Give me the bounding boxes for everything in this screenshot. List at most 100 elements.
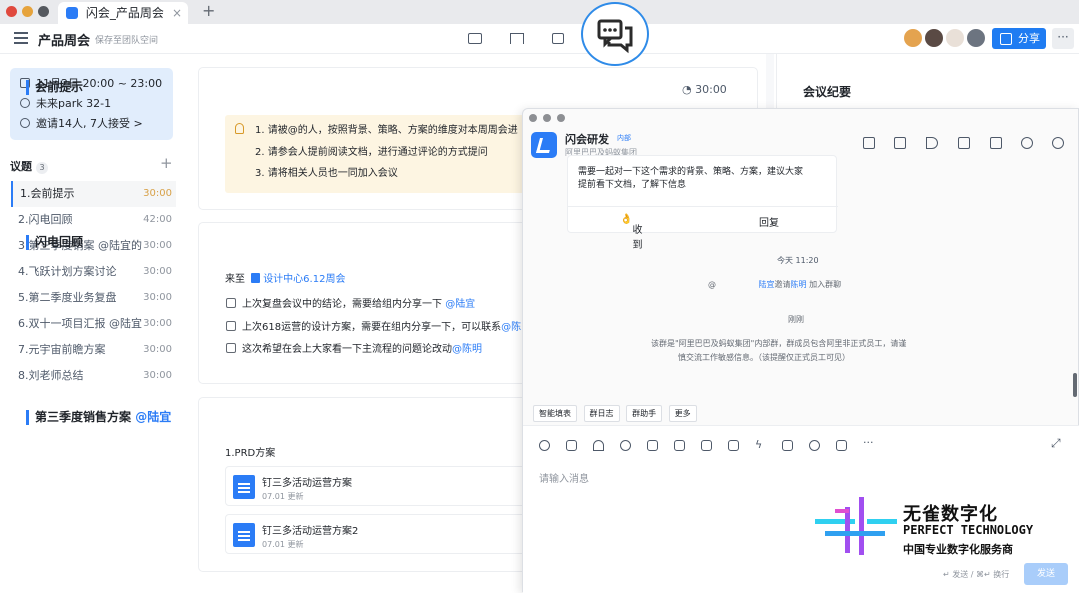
invites-text: 邀请14人, 7人接受 > xyxy=(36,117,143,130)
section-timer[interactable]: ◔ 30:00 xyxy=(682,83,727,96)
topic-item[interactable]: 8.刘老师总结 30:00 xyxy=(11,363,176,389)
just-now-label: 刚刚 xyxy=(788,315,804,324)
more-button[interactable]: ··· xyxy=(1052,28,1074,49)
folder-icon[interactable] xyxy=(958,137,970,149)
brand-slogan: 中国专业数字化服务商 xyxy=(903,543,1013,556)
topic-item[interactable]: 7.元宇宙前瞻方案 30:00 xyxy=(11,337,176,363)
todo-checkbox[interactable] xyxy=(226,321,236,331)
chip-group-log[interactable]: 群日志 xyxy=(583,405,620,422)
send-button[interactable]: 发送 xyxy=(1024,563,1068,585)
doc-add-icon[interactable] xyxy=(647,440,658,451)
search-history-icon[interactable] xyxy=(990,137,1002,149)
like-icon[interactable] xyxy=(566,440,577,451)
section-title-text: 第三季度销售方案 xyxy=(35,410,132,424)
mention-icon[interactable] xyxy=(620,440,631,451)
file-card[interactable]: 钉三多活动运营方案 07.01 更新 xyxy=(225,466,535,506)
time-divider: 今天 11:20 xyxy=(777,256,819,265)
settings-icon[interactable] xyxy=(1052,137,1064,149)
todo-icon[interactable] xyxy=(863,137,875,149)
file-card[interactable]: 钉三多活动运营方案2 07.01 更新 xyxy=(225,514,535,554)
todo-checkbox[interactable] xyxy=(226,343,236,353)
speaker-icon[interactable] xyxy=(926,137,938,149)
topic-item[interactable]: 5.第二季度业务复盘 30:00 xyxy=(11,285,176,311)
live-icon[interactable] xyxy=(782,440,793,451)
file-name: 钉三多活动运营方案 xyxy=(262,478,352,489)
video-icon[interactable] xyxy=(552,33,564,44)
join-prefix: @ xyxy=(708,280,716,289)
avatar[interactable] xyxy=(925,29,943,47)
phone-icon[interactable] xyxy=(809,440,820,451)
present-icon[interactable] xyxy=(510,33,524,44)
file-name: 钉三多活动运营方案2 xyxy=(262,526,359,537)
invites-link[interactable]: 邀请14人, 7人接受 > xyxy=(20,116,143,132)
doc-icon xyxy=(251,273,261,283)
share-button[interactable]: 分享 xyxy=(992,28,1046,49)
lightning-icon[interactable]: ϟ xyxy=(755,439,766,451)
topic-item[interactable]: 1.会前提示 30:00 xyxy=(11,181,176,207)
todo-mention[interactable]: @陈 xyxy=(501,322,521,333)
section-mention[interactable]: @陆宜 xyxy=(135,410,171,424)
topic-item[interactable]: 6.双十一项目汇报 @陆宜 30:00 xyxy=(11,311,176,337)
add-member-icon[interactable] xyxy=(1021,137,1033,149)
brand-name-en: PERFECT TECHNOLOGY xyxy=(903,523,1034,537)
todo-text: 上次复盘会议中的结论，需要给组内分享一下 xyxy=(242,299,442,310)
screen-share-icon[interactable] xyxy=(468,33,482,44)
location-icon xyxy=(20,98,30,108)
todo-text: 这次希望在会上大家看一下主流程的问题论改动 xyxy=(242,344,452,355)
chat-bubble-button[interactable] xyxy=(581,2,649,66)
reply-button[interactable]: 回复 xyxy=(759,214,779,229)
maximize-window-dot[interactable] xyxy=(38,6,49,17)
todo-checkbox[interactable] xyxy=(226,298,236,308)
menu-icon[interactable] xyxy=(14,32,28,44)
calendar-icon[interactable] xyxy=(701,440,712,451)
scissors-icon[interactable] xyxy=(593,440,604,451)
chip-more[interactable]: 更多 xyxy=(668,405,697,422)
topic-item[interactable]: 2.闪电回顾 42:00 xyxy=(11,207,176,233)
topic-duration: 30:00 xyxy=(143,318,172,329)
expand-icon[interactable]: ⤢ xyxy=(1051,436,1061,451)
topic-label: 2.闪电回顾 xyxy=(18,213,73,226)
browser-tab[interactable]: 闪会_产品周会 × xyxy=(58,2,188,24)
topic-label: 7.元宇宙前瞻方案 xyxy=(18,343,106,356)
avatar[interactable] xyxy=(904,29,922,47)
from-label: 来至 xyxy=(225,274,245,285)
chat-minimize-dot[interactable] xyxy=(543,114,551,122)
chat-close-dot[interactable] xyxy=(529,114,537,122)
todo-item: 上次复盘会议中的结论，需要给组内分享一下 @陆宜 xyxy=(226,295,475,310)
task-icon[interactable] xyxy=(728,440,739,451)
topic-duration: 42:00 xyxy=(143,214,172,225)
new-tab-button[interactable]: + xyxy=(202,1,215,20)
add-topic-button[interactable]: + xyxy=(160,154,173,172)
file-date: 07.01 更新 xyxy=(262,492,304,501)
save-to-team-link[interactable]: 保存至团队空间 xyxy=(95,33,158,46)
more-tools-icon[interactable]: ··· xyxy=(863,436,874,449)
source-doc-link[interactable]: 设计中心6.12周会 xyxy=(263,274,345,285)
minimize-window-dot[interactable] xyxy=(22,6,33,17)
video-call-icon[interactable] xyxy=(894,137,906,149)
source-line: 来至 设计中心6.12周会 xyxy=(225,270,345,285)
chip-group-assistant[interactable]: 群助手 xyxy=(626,405,663,422)
join-user-link[interactable]: 陆宜 xyxy=(759,280,775,289)
chat-maximize-dot[interactable] xyxy=(557,114,565,122)
section-title-flash-review: 闪电回顾 xyxy=(26,235,83,250)
todo-mention[interactable]: @陆宜 xyxy=(445,299,475,310)
timer-value: 30:00 xyxy=(695,83,727,96)
topic-duration: 30:00 xyxy=(143,292,172,303)
todo-mention[interactable]: @陈明 xyxy=(452,344,482,355)
close-window-dot[interactable] xyxy=(6,6,17,17)
avatar[interactable] xyxy=(946,29,964,47)
message-line: 提前看下文档，了解下信息 xyxy=(578,180,687,190)
mail-icon[interactable] xyxy=(836,440,847,451)
received-button[interactable]: 👌 收到 xyxy=(620,214,642,251)
message-input[interactable]: 请输入消息 xyxy=(539,470,589,485)
topic-item[interactable]: 4.飞跃计划方案讨论 30:00 xyxy=(11,259,176,285)
chat-scrollbar[interactable] xyxy=(1073,373,1077,397)
chip-smart-form[interactable]: 智能填表 xyxy=(533,405,577,422)
join-user2-link[interactable]: 陈明 xyxy=(791,280,807,289)
close-tab-icon[interactable]: × xyxy=(172,2,182,24)
group-name[interactable]: 闪会研发 xyxy=(565,131,609,147)
folder-upload-icon[interactable] xyxy=(674,440,685,451)
avatar[interactable] xyxy=(967,29,985,47)
join-suffix: 加入群聊 xyxy=(809,280,842,289)
emoji-icon[interactable] xyxy=(539,440,550,451)
